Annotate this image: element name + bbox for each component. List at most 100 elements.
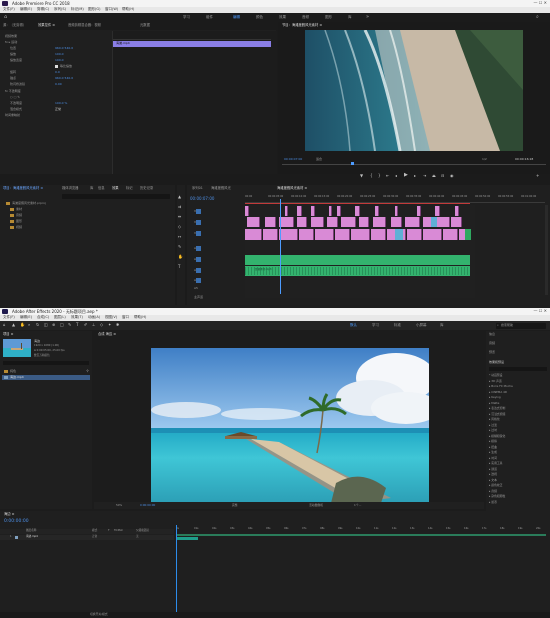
layer-name[interactable]: 海边.mp4 — [26, 535, 38, 539]
menu-item[interactable]: 窗口(W) — [105, 7, 118, 12]
step-forward-icon[interactable]: ▸ — [414, 174, 416, 178]
tab-sequence[interactable]: 序列01 — [192, 186, 203, 190]
home-icon[interactable]: ⌂ — [3, 323, 6, 327]
extract-icon[interactable]: ⊟ — [441, 174, 444, 178]
track-target-toggle[interactable] — [196, 209, 201, 214]
tab-history[interactable]: 历史记录 — [140, 186, 153, 190]
effect-opacity[interactable]: fx 不透明度 — [5, 90, 21, 93]
effect-category[interactable]: ▸ 模拟 — [489, 440, 497, 443]
video-clip[interactable] — [373, 217, 386, 227]
workspace-tab[interactable]: 颜色 — [256, 15, 263, 20]
video-clip[interactable] — [279, 217, 294, 227]
prop-rotation-value[interactable]: 0.0 — [55, 71, 60, 74]
mini-timeline-clip[interactable]: 海滩.mp4 — [113, 41, 271, 47]
menu-item[interactable]: 帮助(H) — [134, 315, 146, 320]
search-icon[interactable]: ⌕ — [536, 15, 539, 20]
tab-program[interactable]: 节目：海滩度假风光素材 ≡ — [282, 23, 322, 27]
comp-canvas[interactable] — [151, 348, 429, 503]
video-clip[interactable] — [311, 217, 324, 227]
track-target-toggle[interactable] — [196, 257, 201, 262]
video-clip[interactable] — [329, 206, 332, 216]
menu-item[interactable]: 剪辑(C) — [37, 7, 49, 12]
video-clip[interactable] — [395, 206, 398, 216]
tab-audio-mixer[interactable]: 音频剪辑混合器：视频 — [68, 23, 101, 27]
menu-item[interactable]: 编辑(E) — [20, 315, 32, 320]
mark-in-icon[interactable]: { — [370, 174, 373, 178]
menu-item[interactable]: 图层(L) — [54, 315, 66, 320]
video-clip[interactable] — [337, 206, 341, 216]
track-target-toggle[interactable] — [196, 268, 201, 273]
video-clip[interactable] — [279, 229, 298, 240]
layer-row[interactable]: 1 海边.mp4 正常 无 — [0, 535, 174, 540]
comp-zoom-select[interactable]: 50% — [116, 504, 122, 507]
video-clip[interactable] — [359, 217, 369, 227]
project-flowchart-icon[interactable]: ⊹ — [86, 369, 89, 373]
timeline-ruler[interactable]: 00:00 00:00:05:00 00:00:10:00 00:00:15:0… — [245, 195, 545, 203]
mask-tools[interactable]: ○ □ ✎ — [10, 96, 20, 99]
zoom-tool-icon[interactable]: ⌕ — [28, 323, 30, 327]
ae-current-time-indicator[interactable] — [176, 525, 177, 615]
effect-category[interactable]: ▸ 表达式控制 — [489, 407, 505, 410]
tab-media-browser[interactable]: 媒体浏览器 — [62, 186, 78, 190]
eraser-tool-icon[interactable]: ◇ — [100, 323, 103, 327]
comp-resolution-select[interactable]: 完整 — [232, 504, 238, 507]
pan-behind-tool-icon[interactable]: ⊕ — [52, 323, 55, 327]
go-to-in-icon[interactable]: ⇤ — [386, 174, 389, 178]
video-clip[interactable] — [391, 217, 402, 227]
workspace-tab[interactable]: 库 — [348, 15, 352, 20]
menu-item[interactable]: 帮助(H) — [122, 7, 134, 12]
type-tool-icon[interactable]: T — [178, 265, 180, 269]
video-clip[interactable] — [423, 229, 442, 240]
effect-category[interactable]: ▸ 遮罩 — [489, 500, 497, 504]
effect-category[interactable]: ▸ 颜色校正 — [489, 484, 502, 487]
window-controls[interactable]: — ☐ ✕ — [534, 1, 547, 5]
video-clip[interactable] — [351, 229, 370, 240]
video-clip[interactable] — [245, 206, 249, 216]
step-back-icon[interactable]: ◂ — [395, 174, 397, 178]
workspace-tab[interactable]: 效果 — [279, 15, 286, 20]
project-item[interactable]: 图形 — [16, 220, 22, 223]
effect-category[interactable]: ▸ 扭曲 — [489, 445, 497, 449]
pen-tool-icon[interactable]: ✎ — [178, 245, 181, 249]
tab-project[interactable]: 项目：海滩度假风光素材 ≡ — [3, 186, 43, 190]
video-clip-selected[interactable] — [395, 229, 403, 240]
effect-category[interactable]: ▸ 风格化 — [489, 418, 500, 421]
video-clip[interactable] — [407, 229, 422, 240]
workspace-tab[interactable]: 图形 — [325, 15, 332, 20]
menu-item[interactable]: 序列(S) — [54, 7, 66, 12]
tab-info[interactable]: 信息 — [98, 186, 105, 190]
menu-item[interactable]: 合成(C) — [37, 315, 49, 320]
project-item[interactable]: 纯色 — [10, 370, 16, 373]
effect-category[interactable]: ▸ 生成 — [489, 451, 497, 454]
video-clip[interactable] — [327, 217, 338, 227]
effect-time-remap[interactable]: 时间重映射 — [5, 114, 20, 117]
project-item-selected[interactable]: 海边.mp4 — [2, 375, 90, 380]
workspace-tab[interactable]: 组件 — [206, 15, 213, 20]
video-clip[interactable] — [451, 217, 462, 227]
effect-category[interactable]: ▸ Keying — [489, 396, 501, 399]
video-clip[interactable] — [315, 229, 334, 240]
uniform-scale-checkbox[interactable] — [55, 65, 58, 68]
panel-preview[interactable]: 预览 — [489, 351, 495, 354]
video-clip[interactable] — [455, 206, 459, 216]
effect-category[interactable]: ▸ 透视 — [489, 473, 497, 476]
workspace-tab-active[interactable]: 编辑 — [233, 15, 240, 20]
ae-timeline-ruler[interactable]: 0s 01s 02s 03s 04s 05s 06s 07s 08s 09s 10s 11s 12s 13… — [176, 527, 546, 533]
effect-category[interactable]: ▸ 通道 — [489, 467, 497, 471]
effects-search-input[interactable] — [489, 367, 547, 371]
play-icon[interactable]: ▶ — [404, 173, 408, 178]
timeline-timecode[interactable]: 00:00:07:00 — [190, 197, 214, 201]
hand-tool-icon[interactable]: ✋ — [178, 255, 183, 259]
audio-clip[interactable] — [245, 255, 470, 265]
video-clip[interactable] — [405, 217, 420, 227]
timeline-playhead[interactable] — [280, 199, 281, 294]
ae-timecode[interactable]: 0:00:00:00 — [4, 519, 29, 525]
program-resolution-select[interactable]: 1/2 — [482, 158, 487, 161]
video-clip[interactable] — [311, 206, 315, 216]
track-target-toggle[interactable] — [196, 231, 201, 236]
effect-category[interactable]: ▸ 模糊和锐化 — [489, 434, 505, 438]
program-timecode[interactable]: 00:00:07:00 — [284, 158, 302, 161]
razor-tool-icon[interactable]: ◇ — [178, 225, 181, 229]
tab-markers[interactable]: 标记 — [126, 186, 133, 190]
prop-flicker-value[interactable]: 0.00 — [55, 83, 62, 86]
